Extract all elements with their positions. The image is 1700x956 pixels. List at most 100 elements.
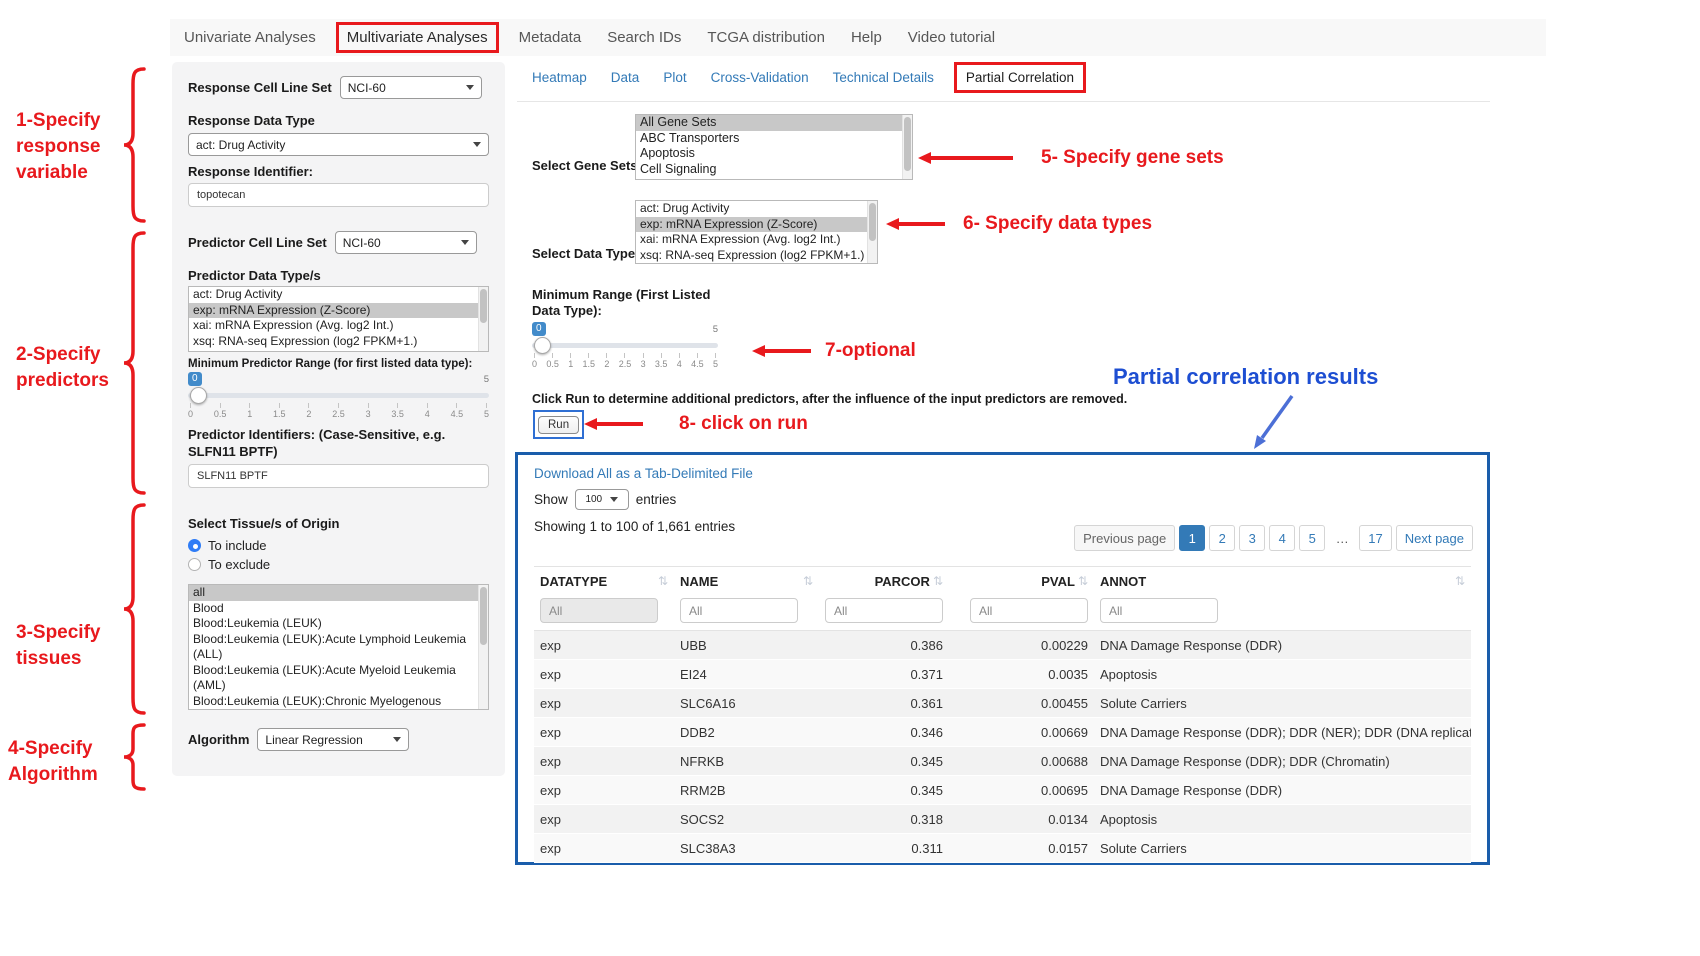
predictor-identifiers-input[interactable] bbox=[188, 464, 489, 488]
radio-exclude[interactable] bbox=[188, 558, 201, 571]
slider-handle[interactable] bbox=[190, 387, 207, 404]
annotation-arrow-5: 5- Specify gene sets bbox=[918, 146, 1224, 170]
cell-datatype: exp bbox=[534, 841, 674, 856]
filter-pval-input[interactable] bbox=[970, 598, 1088, 623]
tab-data[interactable]: Data bbox=[611, 70, 640, 85]
filter-name-input[interactable] bbox=[680, 598, 798, 623]
tick-label: 0 bbox=[532, 359, 537, 369]
algorithm-value: Linear Regression bbox=[265, 733, 362, 747]
listbox-option-selected[interactable]: exp: mRNA Expression (Z-Score) bbox=[189, 303, 488, 319]
nav-video-tutorial[interactable]: Video tutorial bbox=[908, 29, 995, 46]
nav-tcga-distribution[interactable]: TCGA distribution bbox=[707, 29, 825, 46]
next-page-button[interactable]: Next page bbox=[1396, 525, 1473, 551]
download-tab-delimited-link[interactable]: Download All as a Tab-Delimited File bbox=[534, 466, 753, 481]
page-button-5[interactable]: 5 bbox=[1299, 525, 1325, 551]
column-header-datatype[interactable]: DATATYPE ⇅ bbox=[534, 574, 674, 589]
tab-heatmap[interactable]: Heatmap bbox=[532, 70, 587, 85]
cell-annot: DNA Damage Response (DDR); DDR (Chromati… bbox=[1094, 754, 1471, 769]
listbox-option[interactable]: Apoptosis bbox=[636, 146, 912, 162]
run-button[interactable]: Run bbox=[538, 416, 579, 434]
listbox-option[interactable]: ABC Transporters bbox=[636, 131, 912, 147]
nav-metadata[interactable]: Metadata bbox=[519, 29, 582, 46]
column-header-annot[interactable]: ANNOT ⇅ bbox=[1094, 574, 1471, 589]
column-header-parcor[interactable]: PARCOR ⇅ bbox=[819, 574, 949, 589]
sort-icon[interactable]: ⇅ bbox=[658, 574, 668, 588]
filter-annot-input[interactable] bbox=[1100, 598, 1218, 623]
scrollbar-thumb[interactable] bbox=[869, 203, 876, 241]
nav-search-ids[interactable]: Search IDs bbox=[607, 29, 681, 46]
scrollbar-thumb[interactable] bbox=[904, 117, 911, 171]
listbox-option[interactable]: Blood:Leukemia (LEUK):Acute Lymphoid Leu… bbox=[189, 632, 488, 663]
tick-label: 0.5 bbox=[214, 409, 227, 419]
sort-icon[interactable]: ⇅ bbox=[1455, 574, 1465, 588]
cell-annot: Apoptosis bbox=[1094, 812, 1471, 827]
tab-technical-details[interactable]: Technical Details bbox=[833, 70, 934, 85]
sort-icon[interactable]: ⇅ bbox=[1078, 574, 1088, 588]
nav-multivariate-analyses[interactable]: Multivariate Analyses bbox=[336, 22, 499, 53]
listbox-option[interactable]: Blood:Leukemia (LEUK) bbox=[189, 616, 488, 632]
cell-parcor: 0.361 bbox=[819, 696, 949, 711]
select-gene-sets-label: Select Gene Sets bbox=[532, 158, 638, 173]
partial-correlation-results: Download All as a Tab-Delimited File Sho… bbox=[515, 452, 1490, 865]
listbox-option[interactable]: xai: mRNA Expression (Avg. log2 Int.) bbox=[636, 232, 877, 248]
tabs-divider bbox=[517, 101, 1490, 102]
listbox-option[interactable]: act: Drug Activity bbox=[189, 287, 488, 303]
listbox-option[interactable]: Blood:Leukemia (LEUK):Acute Myeloid Leuk… bbox=[189, 663, 488, 694]
listbox-option-selected[interactable]: All Gene Sets bbox=[636, 115, 912, 131]
tick-label: 4 bbox=[677, 359, 682, 369]
page-button-2[interactable]: 2 bbox=[1209, 525, 1235, 551]
cell-parcor: 0.346 bbox=[819, 725, 949, 740]
annotation-step1: 1-Specify response variable bbox=[16, 108, 121, 186]
predictor-cell-line-set-select[interactable]: NCI-60 bbox=[335, 231, 477, 254]
previous-page-button[interactable]: Previous page bbox=[1074, 525, 1175, 551]
column-header-pval[interactable]: PVAL ⇅ bbox=[949, 574, 1094, 589]
sort-icon[interactable]: ⇅ bbox=[803, 574, 813, 588]
cell-parcor: 0.386 bbox=[819, 638, 949, 653]
tick-label: 0 bbox=[188, 409, 193, 419]
tab-cross-validation[interactable]: Cross-Validation bbox=[711, 70, 809, 85]
nav-help[interactable]: Help bbox=[851, 29, 882, 46]
scrollbar-thumb[interactable] bbox=[480, 587, 487, 645]
response-cell-line-set-select[interactable]: NCI-60 bbox=[340, 76, 482, 99]
table-row: exp DDB2 0.346 0.00669 DNA Damage Respon… bbox=[534, 718, 1471, 747]
min-predictor-range-label: Minimum Predictor Range (for first liste… bbox=[188, 358, 489, 370]
tab-partial-correlation[interactable]: Partial Correlation bbox=[954, 62, 1086, 93]
cell-parcor: 0.311 bbox=[819, 841, 949, 856]
column-label: DATATYPE bbox=[540, 574, 607, 589]
slider-handle[interactable] bbox=[534, 337, 551, 354]
predictor-data-types-listbox: act: Drug Activity exp: mRNA Expression … bbox=[188, 286, 489, 352]
cell-pval: 0.00455 bbox=[949, 696, 1094, 711]
tab-plot[interactable]: Plot bbox=[663, 70, 686, 85]
response-data-type-select[interactable]: act: Drug Activity bbox=[188, 133, 489, 156]
page-button-1[interactable]: 1 bbox=[1179, 525, 1205, 551]
listbox-option-selected[interactable]: all bbox=[189, 585, 488, 601]
sort-icon[interactable]: ⇅ bbox=[933, 574, 943, 588]
listbox-option[interactable]: Cell Signaling bbox=[636, 162, 912, 178]
show-label: Show bbox=[534, 492, 568, 507]
nav-univariate-analyses[interactable]: Univariate Analyses bbox=[184, 29, 316, 46]
annotation-blue-arrow bbox=[1238, 392, 1308, 454]
listbox-option[interactable]: Blood bbox=[189, 601, 488, 617]
page-button-17[interactable]: 17 bbox=[1359, 525, 1391, 551]
listbox-option[interactable]: xai: mRNA Expression (Avg. log2 Int.) bbox=[189, 318, 488, 334]
table-row: exp NFRKB 0.345 0.00688 DNA Damage Respo… bbox=[534, 747, 1471, 776]
filter-datatype-input[interactable] bbox=[540, 598, 658, 623]
response-identifier-input[interactable] bbox=[188, 183, 489, 207]
listbox-option-selected[interactable]: exp: mRNA Expression (Z-Score) bbox=[636, 217, 877, 233]
filter-parcor-input[interactable] bbox=[825, 598, 943, 623]
show-entries-select[interactable]: 100 bbox=[575, 489, 629, 510]
page-button-3[interactable]: 3 bbox=[1239, 525, 1265, 551]
tick-label: 5 bbox=[713, 359, 718, 369]
page-button-4[interactable]: 4 bbox=[1269, 525, 1295, 551]
scrollbar-thumb[interactable] bbox=[480, 289, 487, 323]
listbox-option[interactable]: xsq: RNA-seq Expression (log2 FPKM+1.) bbox=[189, 334, 488, 350]
annotation-bracket-4 bbox=[120, 722, 146, 792]
listbox-option[interactable]: act: Drug Activity bbox=[636, 201, 877, 217]
listbox-option[interactable]: Blood:Leukemia (LEUK):Chronic Myelogenou… bbox=[189, 694, 488, 711]
listbox-option[interactable]: xsq: RNA-seq Expression (log2 FPKM+1.) bbox=[636, 248, 877, 264]
cell-parcor: 0.371 bbox=[819, 667, 949, 682]
algorithm-select[interactable]: Linear Regression bbox=[257, 728, 409, 751]
column-header-name[interactable]: NAME ⇅ bbox=[674, 574, 819, 589]
cell-datatype: exp bbox=[534, 783, 674, 798]
radio-include[interactable] bbox=[188, 539, 201, 552]
